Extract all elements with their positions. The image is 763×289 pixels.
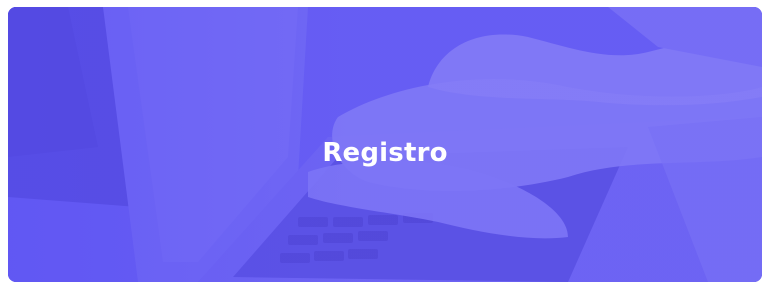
card-title: Registro [322,138,448,168]
registro-card[interactable]: Registro [8,7,762,282]
